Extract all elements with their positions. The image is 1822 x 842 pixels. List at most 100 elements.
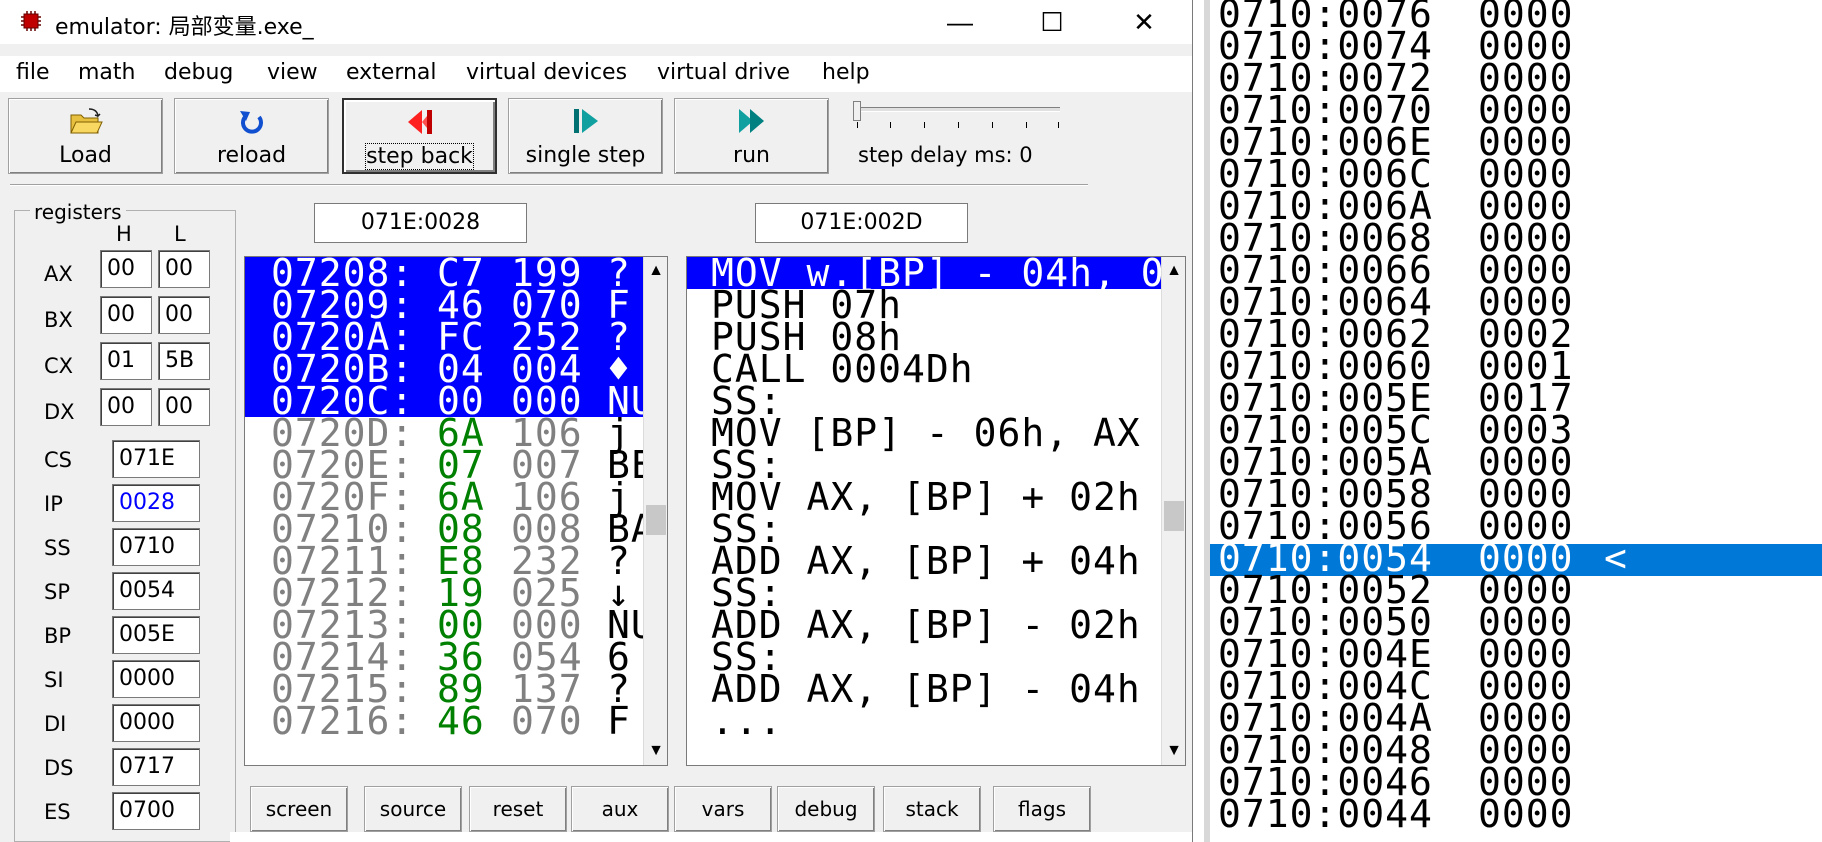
menu-help[interactable]: help: [822, 60, 870, 85]
menu-external[interactable]: external: [346, 60, 437, 85]
memory-address: 07216:: [271, 699, 415, 743]
scroll-up-icon[interactable]: ▲: [1162, 257, 1185, 285]
toolbar-divider: [10, 184, 1088, 186]
single-step-icon: [573, 109, 598, 133]
disassembly-scrollbar[interactable]: ▲ ▼: [1161, 257, 1185, 765]
register-sp[interactable]: 0054: [112, 572, 200, 610]
slider-tick: [890, 122, 891, 128]
register-dx-high[interactable]: 00: [100, 388, 152, 426]
stack-window[interactable]: 0710:0076 0000 0710:0074 0000 0710:0072 0000 0…: [1204, 0, 1822, 842]
close-button[interactable]: ✕: [1098, 0, 1190, 44]
aux-button[interactable]: aux: [571, 786, 669, 832]
register-bx-high[interactable]: 00: [100, 296, 152, 334]
slider-tick: [857, 122, 858, 128]
reload-icon: [239, 111, 263, 134]
menu-virtual-devices[interactable]: virtual devices: [466, 60, 627, 85]
register-cx-high[interactable]: 01: [100, 342, 152, 380]
registers-group-label: registers: [30, 200, 126, 224]
slider-tick: [992, 122, 993, 128]
register-name-ss: SS: [44, 536, 71, 560]
register-name-bp: BP: [44, 624, 72, 648]
minimize-button[interactable]: —: [914, 0, 1006, 44]
scroll-down-icon[interactable]: ▼: [1162, 737, 1185, 765]
scrollbar-thumb[interactable]: [1164, 501, 1184, 531]
screen-button[interactable]: screen: [250, 786, 348, 832]
memory-address-field[interactable]: 071E:0028: [314, 203, 527, 243]
slider-tick: [924, 122, 925, 128]
load-button[interactable]: Load: [8, 98, 163, 174]
register-es[interactable]: 0700: [112, 792, 200, 830]
register-name-dx: DX: [44, 400, 75, 424]
menu-file[interactable]: file: [16, 60, 50, 85]
register-name-cx: CX: [44, 354, 74, 378]
register-name-ip: IP: [44, 492, 63, 516]
chip-icon: [21, 11, 41, 31]
disassembly-row[interactable]: ...: [687, 699, 1185, 743]
run-button[interactable]: run: [674, 98, 829, 174]
register-ds[interactable]: 0717: [112, 748, 200, 786]
register-ax-low[interactable]: 00: [158, 250, 210, 288]
step-delay-slider[interactable]: [853, 101, 861, 121]
register-name-ax: AX: [44, 262, 73, 286]
register-bp[interactable]: 005E: [112, 616, 200, 654]
menu-debug[interactable]: debug: [164, 60, 233, 85]
column-h-label: H: [116, 222, 132, 246]
memory-hex: 46: [437, 699, 485, 743]
disassembly-address-field[interactable]: 071E:002D: [755, 203, 968, 243]
register-cx-low[interactable]: 5B: [158, 342, 210, 380]
stack-row[interactable]: 0710:0044 0000: [1210, 792, 1822, 836]
register-ax-high[interactable]: 00: [100, 250, 152, 288]
single-step-label: single step: [525, 143, 646, 168]
scroll-down-icon[interactable]: ▼: [644, 737, 667, 765]
run-label: run: [733, 143, 770, 168]
menu-bar: file math debug view external virtual de…: [0, 56, 1192, 92]
register-name-sp: SP: [44, 580, 70, 604]
vars-button[interactable]: vars: [674, 786, 772, 832]
stack-button[interactable]: stack: [883, 786, 981, 832]
flags-button[interactable]: flags: [993, 786, 1091, 832]
menu-view[interactable]: view: [267, 60, 318, 85]
source-button[interactable]: source: [364, 786, 462, 832]
stack-pointer-marker: <: [1604, 536, 1628, 580]
reset-button[interactable]: reset: [469, 786, 567, 832]
step-back-button[interactable]: step back: [342, 98, 497, 174]
reload-button[interactable]: reload: [174, 98, 329, 174]
step-back-label: step back: [365, 143, 474, 170]
register-si[interactable]: 0000: [112, 660, 200, 698]
register-name-es: ES: [44, 800, 71, 824]
register-di[interactable]: 0000: [112, 704, 200, 742]
maximize-button[interactable]: ☐: [1006, 0, 1098, 44]
memory-scrollbar[interactable]: ▲ ▼: [643, 257, 667, 765]
window-title: emulator: 局部变量.exe_: [55, 15, 314, 40]
single-step-button[interactable]: single step: [508, 98, 663, 174]
register-dx-low[interactable]: 00: [158, 388, 210, 426]
debug-button[interactable]: debug: [777, 786, 875, 832]
memory-list[interactable]: 07208: C7 199? 07209: 46 070 F 0720A: FC 252? 0720…: [244, 256, 668, 766]
register-name-si: SI: [44, 668, 64, 692]
register-cs[interactable]: 071E: [112, 440, 200, 478]
reload-label: reload: [216, 143, 287, 168]
scrollbar-thumb[interactable]: [646, 505, 666, 535]
stack-address: 0710:0044: [1218, 792, 1433, 836]
run-icon: [738, 109, 764, 133]
register-ip[interactable]: 0028: [112, 484, 200, 522]
disassembly-list[interactable]: MOV w.[BP] - 04h, 0 PUSH 07h PUSH 08h CALL …: [686, 256, 1186, 766]
instruction-text: ...: [711, 699, 783, 743]
memory-row[interactable]: 07216: 46 070 F: [245, 699, 667, 743]
menu-virtual-drive[interactable]: virtual drive: [657, 60, 790, 85]
step-delay-track[interactable]: [855, 107, 1060, 112]
load-label: Load: [59, 143, 112, 168]
memory-decimal: 070: [511, 699, 583, 743]
register-bx-low[interactable]: 00: [158, 296, 210, 334]
slider-tick: [1058, 122, 1059, 128]
stack-value: 0000: [1478, 792, 1574, 836]
menu-math[interactable]: math: [78, 60, 135, 85]
memory-char: F: [607, 699, 631, 743]
slider-tick: [958, 122, 959, 128]
register-ss[interactable]: 0710: [112, 528, 200, 566]
emulator-window: emulator: 局部变量.exe_ — ☐ ✕ file math debu…: [0, 0, 1193, 842]
scroll-up-icon[interactable]: ▲: [644, 257, 667, 285]
title-bar: emulator: 局部变量.exe_ — ☐ ✕: [0, 0, 1192, 44]
register-name-bx: BX: [44, 308, 73, 332]
step-back-icon: [407, 110, 432, 134]
